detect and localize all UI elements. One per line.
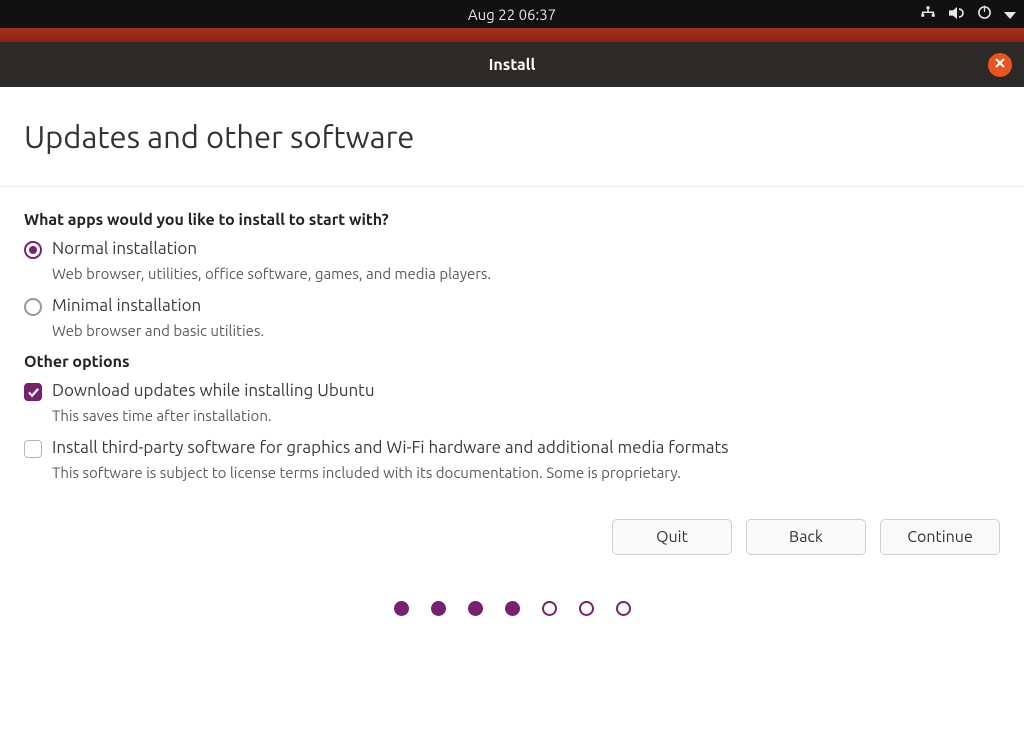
apps-question: What apps would you like to install to s… bbox=[24, 211, 1000, 229]
button-row: Quit Back Continue bbox=[0, 495, 1024, 555]
progress-indicator bbox=[0, 601, 1024, 616]
back-button[interactable]: Back bbox=[746, 519, 866, 555]
other-options-heading: Other options bbox=[24, 353, 1000, 371]
option-download-updates[interactable]: Download updates while installing Ubuntu bbox=[24, 381, 1000, 401]
checkbox-icon bbox=[24, 440, 42, 458]
option-minimal-install[interactable]: Minimal installation bbox=[24, 296, 1000, 316]
radio-icon bbox=[24, 241, 42, 259]
checkbox-icon bbox=[24, 383, 42, 401]
continue-button[interactable]: Continue bbox=[880, 519, 1000, 555]
clock[interactable]: Aug 22 06:37 bbox=[468, 6, 556, 23]
option-description: This saves time after installation. bbox=[52, 407, 1000, 424]
option-description: This software is subject to license term… bbox=[52, 464, 1000, 481]
option-description: Web browser, utilities, office software,… bbox=[52, 265, 1000, 282]
option-label: Minimal installation bbox=[52, 296, 201, 315]
option-normal-install[interactable]: Normal installation bbox=[24, 239, 1000, 259]
progress-dot bbox=[579, 601, 594, 616]
window-close-button[interactable] bbox=[988, 53, 1012, 77]
network-icon[interactable] bbox=[919, 6, 937, 23]
progress-dot bbox=[542, 601, 557, 616]
close-icon bbox=[995, 58, 1005, 71]
dropdown-caret-icon[interactable] bbox=[1004, 6, 1016, 23]
progress-dot bbox=[468, 601, 483, 616]
window-title: Install bbox=[489, 56, 536, 74]
quit-button[interactable]: Quit bbox=[612, 519, 732, 555]
progress-dot bbox=[505, 601, 520, 616]
option-label: Normal installation bbox=[52, 239, 197, 258]
option-label: Install third-party software for graphic… bbox=[52, 438, 729, 457]
progress-dot bbox=[616, 601, 631, 616]
option-label: Download updates while installing Ubuntu bbox=[52, 381, 375, 400]
option-third-party[interactable]: Install third-party software for graphic… bbox=[24, 438, 1000, 458]
volume-icon[interactable] bbox=[949, 6, 965, 23]
divider bbox=[0, 186, 1024, 187]
option-description: Web browser and basic utilities. bbox=[52, 322, 1000, 339]
radio-icon bbox=[24, 298, 42, 316]
progress-dot bbox=[394, 601, 409, 616]
system-top-bar: Aug 22 06:37 bbox=[0, 0, 1024, 28]
window-titlebar: Install bbox=[0, 42, 1024, 87]
page-title: Updates and other software bbox=[24, 119, 1000, 154]
accent-strip bbox=[0, 28, 1024, 42]
progress-dot bbox=[431, 601, 446, 616]
power-icon[interactable] bbox=[977, 5, 992, 23]
